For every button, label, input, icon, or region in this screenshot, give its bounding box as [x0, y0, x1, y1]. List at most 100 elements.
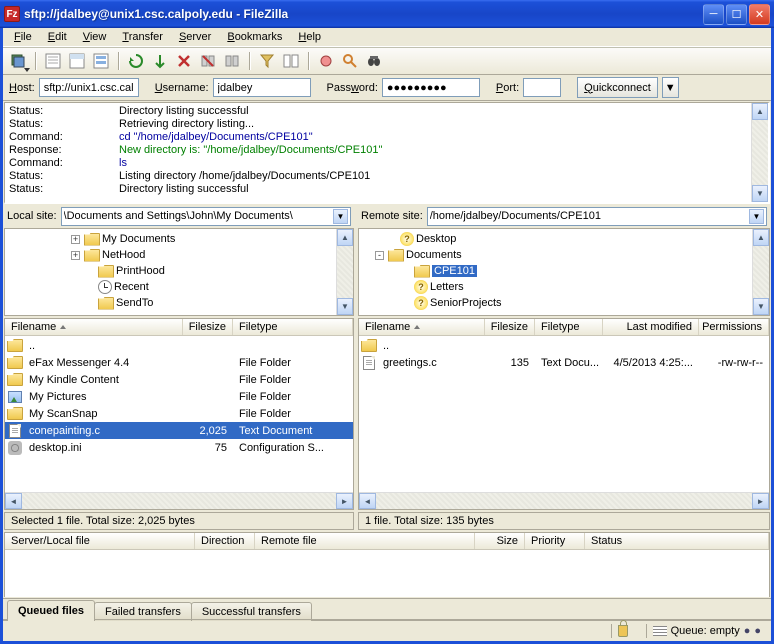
scroll-left-button[interactable]: ◄ [359, 493, 376, 509]
scroll-right-button[interactable]: ► [752, 493, 769, 509]
queue-body[interactable] [5, 550, 769, 597]
col-filetype[interactable]: Filetype [535, 319, 603, 335]
scroll-up-button[interactable]: ▲ [753, 229, 769, 246]
remote-path-combo[interactable]: /home/jdalbey/Documents/CPE101 ▼ [427, 207, 767, 226]
tree-item[interactable]: ?Desktop [361, 231, 750, 247]
username-input[interactable] [213, 78, 311, 97]
col-filetype[interactable]: Filetype [233, 319, 353, 335]
search-button[interactable] [339, 50, 361, 72]
host-input[interactable] [39, 78, 139, 97]
list-row[interactable]: My PicturesFile Folder [5, 388, 353, 405]
maximize-button[interactable]: ☐ [726, 4, 747, 25]
process-queue-button[interactable] [149, 50, 171, 72]
menu-server[interactable]: Server [172, 30, 218, 44]
remote-hscrollbar[interactable]: ◄► [359, 492, 769, 509]
list-row[interactable]: conepainting.c2,025Text Document [5, 422, 353, 439]
list-row[interactable]: My Kindle ContentFile Folder [5, 371, 353, 388]
reconnect-button[interactable] [221, 50, 243, 72]
col-filename[interactable]: Filename [5, 319, 183, 335]
col-priority[interactable]: Priority [525, 533, 585, 549]
dropdown-icon[interactable]: ▼ [333, 209, 348, 224]
tree-item[interactable]: Recent [7, 279, 334, 295]
menu-edit[interactable]: Edit [41, 30, 74, 44]
cell-filetype: File Folder [233, 357, 343, 369]
col-size[interactable]: Size [475, 533, 525, 549]
col-lastmodified[interactable]: Last modified [603, 319, 699, 335]
scroll-down-button[interactable]: ▼ [753, 298, 769, 315]
close-button[interactable]: ✕ [749, 4, 770, 25]
dropdown-icon[interactable]: ▼ [749, 209, 764, 224]
col-server[interactable]: Server/Local file [5, 533, 195, 549]
cancel-button[interactable] [173, 50, 195, 72]
tree-item[interactable]: CPE101 [361, 263, 750, 279]
menu-help[interactable]: Help [291, 30, 328, 44]
disconnect-button[interactable] [197, 50, 219, 72]
list-row[interactable]: .. [359, 337, 769, 354]
menu-bookmarks[interactable]: Bookmarks [220, 30, 289, 44]
remote-site-label: Remote site: [361, 210, 423, 222]
queue-indicator[interactable]: Queue: empty ●● [646, 624, 767, 638]
tab-successful-transfers[interactable]: Successful transfers [191, 602, 312, 621]
local-column-headers[interactable]: Filename Filesize Filetype [5, 319, 353, 336]
remote-column-headers[interactable]: Filename Filesize Filetype Last modified… [359, 319, 769, 336]
refresh-button[interactable] [125, 50, 147, 72]
scroll-left-button[interactable]: ◄ [5, 493, 22, 509]
menu-file[interactable]: File [7, 30, 39, 44]
col-filesize[interactable]: Filesize [183, 319, 233, 335]
menu-transfer[interactable]: Transfer [115, 30, 170, 44]
scroll-down-button[interactable]: ▼ [337, 298, 353, 315]
log-scrollbar[interactable]: ▲ ▼ [751, 103, 768, 202]
scroll-down-button[interactable]: ▼ [752, 185, 768, 202]
tab-failed-transfers[interactable]: Failed transfers [94, 602, 192, 621]
tree-item[interactable]: +My Documents [7, 231, 334, 247]
compare-button[interactable] [280, 50, 302, 72]
tree-item[interactable]: +NetHood [7, 247, 334, 263]
col-direction[interactable]: Direction [195, 533, 255, 549]
remote-tree[interactable]: ?Desktop-DocumentsCPE101?Letters?SeniorP… [359, 229, 752, 315]
col-filesize[interactable]: Filesize [485, 319, 535, 335]
tree-item[interactable]: SendTo [7, 295, 334, 311]
local-path-combo[interactable]: \Documents and Settings\John\My Document… [61, 207, 351, 226]
local-hscrollbar[interactable]: ◄► [5, 492, 353, 509]
minimize-button[interactable]: ─ [703, 4, 724, 25]
remote-tree-scrollbar[interactable]: ▲ ▼ [752, 229, 769, 315]
local-tree-scrollbar[interactable]: ▲ ▼ [336, 229, 353, 315]
binoculars-button[interactable] [363, 50, 385, 72]
list-row[interactable]: desktop.ini75Configuration S... [5, 439, 353, 456]
scroll-right-button[interactable]: ► [336, 493, 353, 509]
list-row[interactable]: eFax Messenger 4.4File Folder [5, 354, 353, 371]
list-row[interactable]: My ScanSnapFile Folder [5, 405, 353, 422]
password-input[interactable] [382, 78, 480, 97]
expander-icon[interactable]: + [71, 251, 80, 260]
quickconnect-history-button[interactable]: ▼ [662, 77, 679, 98]
list-row[interactable]: .. [5, 337, 353, 354]
filter-button[interactable] [256, 50, 278, 72]
queue-column-headers[interactable]: Server/Local file Direction Remote file … [5, 533, 769, 550]
sitemanager-button[interactable] [7, 50, 29, 72]
port-input[interactable] [523, 78, 561, 97]
log-content[interactable]: Status:Directory listing successfulStatu… [5, 103, 751, 202]
tree-item[interactable]: ?Letters [361, 279, 750, 295]
col-status[interactable]: Status [585, 533, 769, 549]
toggle-tree-button[interactable] [66, 50, 88, 72]
tree-item[interactable]: PrintHood [7, 263, 334, 279]
quickconnect-button[interactable]: Quickconnect [577, 77, 658, 98]
sync-browse-button[interactable] [315, 50, 337, 72]
expander-icon[interactable]: - [375, 251, 384, 260]
local-tree[interactable]: +My Documents+NetHoodPrintHoodRecentSend… [5, 229, 336, 315]
col-permissions[interactable]: Permissions [699, 319, 769, 335]
tab-queued-files[interactable]: Queued files [7, 600, 95, 620]
col-filename[interactable]: Filename [359, 319, 485, 335]
remote-file-list[interactable]: ..greetings.c135Text Docu...4/5/2013 4:2… [359, 336, 769, 492]
tree-item[interactable]: ?SeniorProjects [361, 295, 750, 311]
toggle-log-button[interactable] [42, 50, 64, 72]
expander-icon[interactable]: + [71, 235, 80, 244]
local-file-list[interactable]: ..eFax Messenger 4.4File FolderMy Kindle… [5, 336, 353, 492]
scroll-up-button[interactable]: ▲ [752, 103, 768, 120]
scroll-up-button[interactable]: ▲ [337, 229, 353, 246]
tree-item[interactable]: -Documents [361, 247, 750, 263]
list-row[interactable]: greetings.c135Text Docu...4/5/2013 4:25:… [359, 354, 769, 371]
col-remotefile[interactable]: Remote file [255, 533, 475, 549]
toggle-queue-button[interactable] [90, 50, 112, 72]
menu-view[interactable]: View [76, 30, 114, 44]
